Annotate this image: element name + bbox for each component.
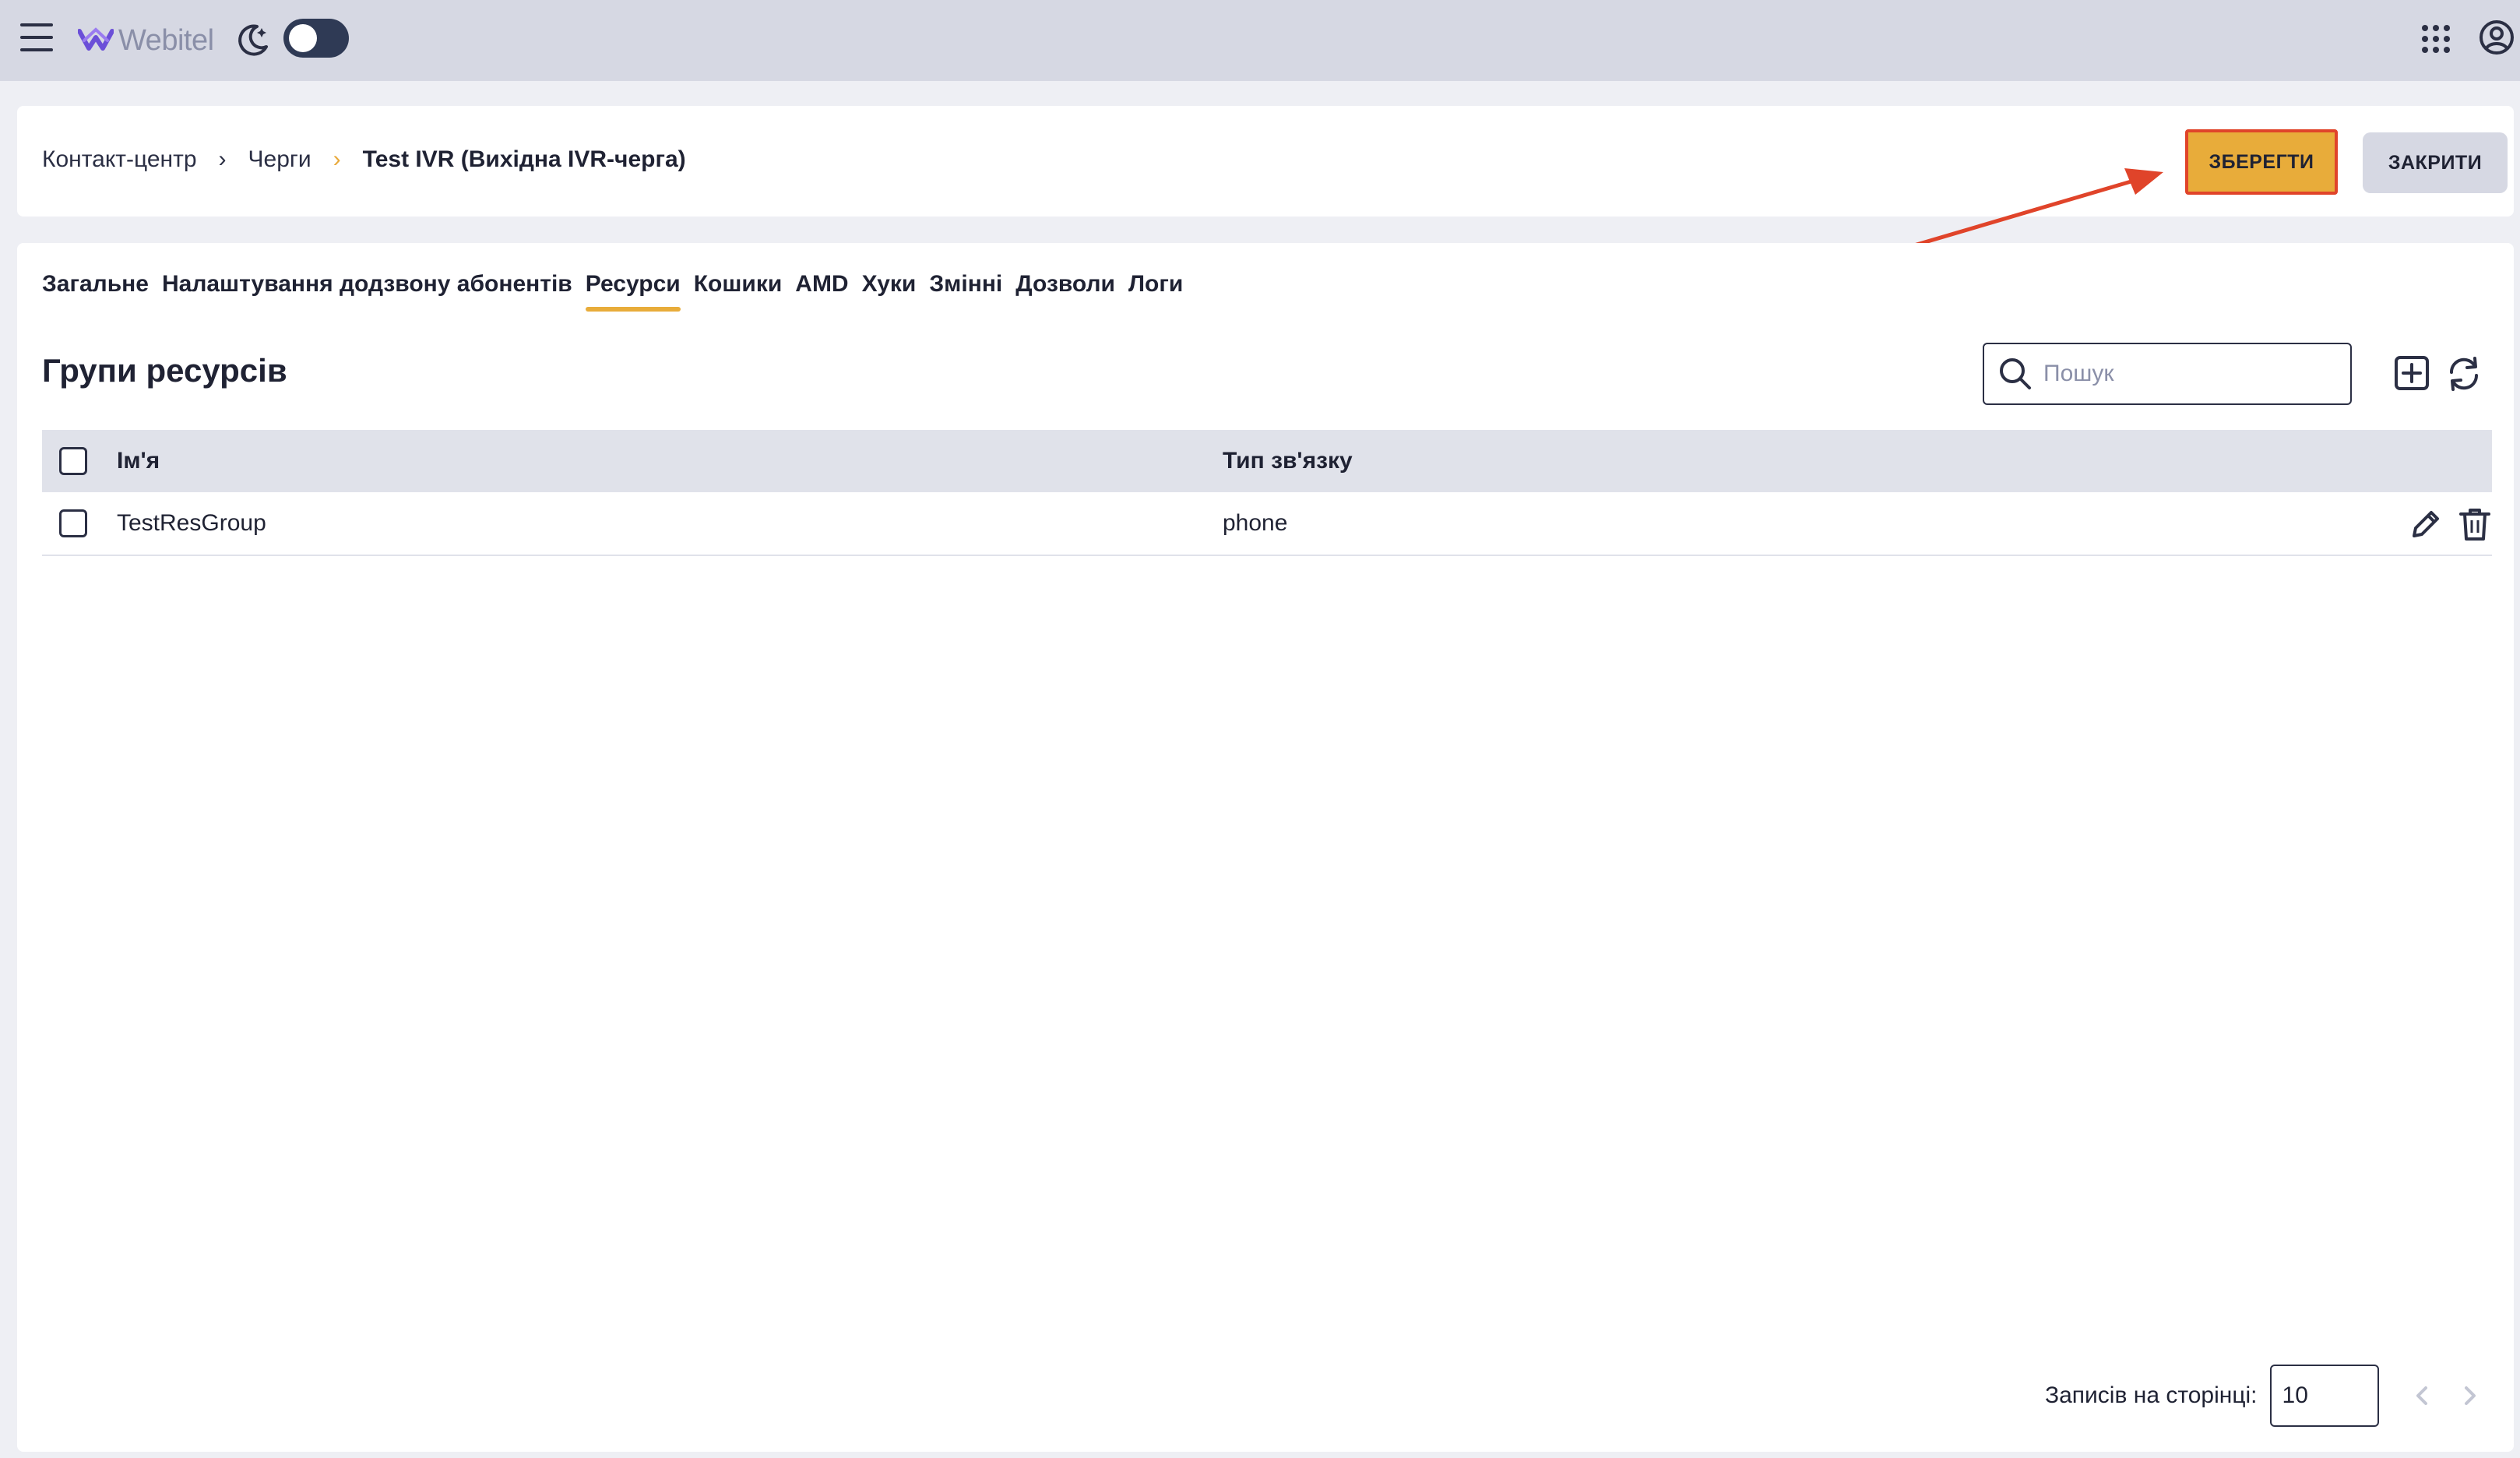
account-icon[interactable] bbox=[2478, 19, 2515, 56]
search-box[interactable] bbox=[1983, 343, 2352, 405]
page-size-select[interactable]: 10 bbox=[2269, 1365, 2379, 1427]
tab-general[interactable]: Загальне bbox=[42, 271, 149, 312]
save-button[interactable]: ЗБЕРЕГТИ bbox=[2185, 129, 2338, 195]
webitel-logo-icon bbox=[78, 27, 114, 51]
chevron-right-icon[interactable] bbox=[2458, 1380, 2482, 1411]
pagination: Записів на сторінці: 10 bbox=[2045, 1365, 2482, 1427]
dark-mode-moon-icon bbox=[238, 24, 268, 56]
apps-grid-icon[interactable] bbox=[2422, 25, 2450, 53]
brand-name: Webitel bbox=[118, 23, 214, 57]
chevron-right-icon: › bbox=[218, 146, 227, 172]
column-header-name[interactable]: Ім'я bbox=[117, 448, 160, 474]
search-input[interactable] bbox=[2043, 361, 2339, 387]
tab-resources[interactable]: Ресурси bbox=[585, 271, 681, 312]
breadcrumb: Контакт-центр › Черги › Test IVR (Вихідн… bbox=[42, 146, 686, 173]
chevron-right-icon: › bbox=[333, 146, 341, 172]
tab-dialer-settings[interactable]: Налаштування додзвону абонентів bbox=[162, 271, 572, 312]
main-card: Загальне Налаштування додзвону абонентів… bbox=[17, 243, 2514, 1452]
tab-permissions[interactable]: Дозволи bbox=[1015, 271, 1115, 312]
chevron-left-icon[interactable] bbox=[2410, 1380, 2434, 1411]
table-header: Ім'я Тип зв'язку bbox=[42, 430, 2492, 492]
row-name: TestResGroup bbox=[117, 510, 266, 536]
top-bar: Webitel bbox=[0, 0, 2520, 81]
header-card: Контакт-центр › Черги › Test IVR (Вихідн… bbox=[17, 106, 2514, 217]
breadcrumb-contact-center[interactable]: Контакт-центр bbox=[42, 146, 197, 173]
hamburger-menu-icon[interactable] bbox=[20, 23, 53, 55]
page-size-label: Записів на сторінці: bbox=[2045, 1382, 2258, 1408]
close-button[interactable]: ЗАКРИТИ bbox=[2363, 132, 2508, 193]
tab-amd[interactable]: AMD bbox=[795, 271, 848, 312]
refresh-icon[interactable] bbox=[2445, 355, 2483, 393]
resource-groups-table: Ім'я Тип зв'язку TestResGroup phone bbox=[42, 430, 2492, 556]
column-header-type[interactable]: Тип зв'язку bbox=[1223, 448, 1353, 474]
tab-logs[interactable]: Логи bbox=[1128, 271, 1183, 312]
table-row[interactable]: TestResGroup phone bbox=[42, 492, 2492, 556]
search-icon bbox=[2000, 358, 2031, 389]
trash-icon[interactable] bbox=[2458, 506, 2492, 542]
row-type: phone bbox=[1223, 510, 1288, 536]
add-icon[interactable] bbox=[2394, 355, 2430, 391]
logo[interactable]: Webitel bbox=[78, 19, 214, 62]
edit-pencil-icon[interactable] bbox=[2408, 506, 2444, 542]
theme-toggle[interactable] bbox=[283, 19, 349, 58]
breadcrumb-current: Test IVR (Вихідна IVR-черга) bbox=[362, 146, 686, 172]
tab-bar: Загальне Налаштування додзвону абонентів… bbox=[42, 271, 1183, 312]
breadcrumb-queues[interactable]: Черги bbox=[248, 146, 311, 173]
select-all-checkbox[interactable] bbox=[59, 447, 87, 475]
tab-buckets[interactable]: Кошики bbox=[694, 271, 783, 312]
section-title: Групи ресурсів bbox=[42, 352, 287, 389]
row-checkbox[interactable] bbox=[59, 509, 87, 537]
tab-hooks[interactable]: Хуки bbox=[862, 271, 917, 312]
tab-variables[interactable]: Змінні bbox=[929, 271, 1002, 312]
